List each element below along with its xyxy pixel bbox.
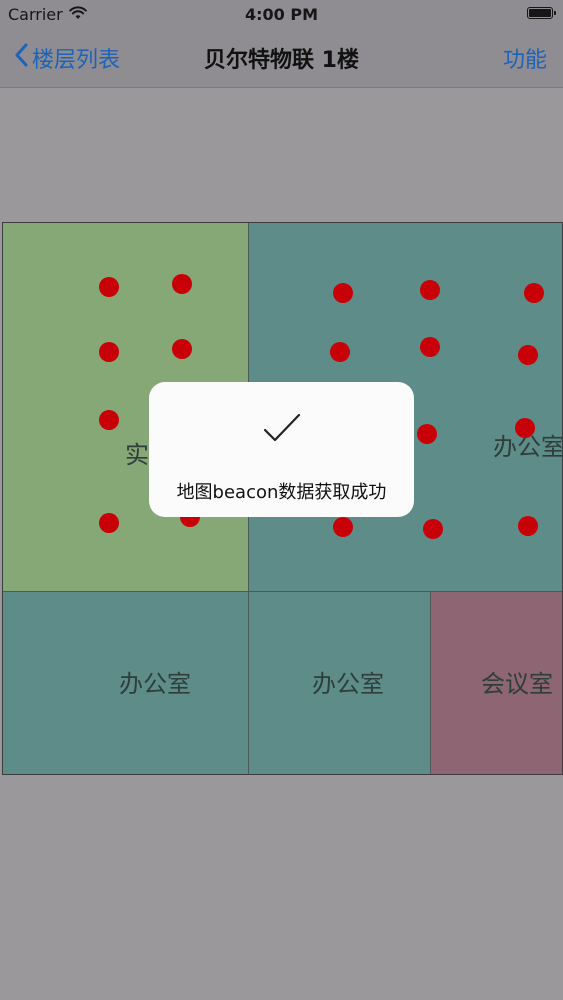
room-label: 办公室 (119, 670, 191, 698)
beacon-marker[interactable] (172, 274, 192, 294)
room-label: 会议室 (481, 670, 553, 698)
beacon-marker[interactable] (524, 283, 544, 303)
beacon-marker[interactable] (515, 418, 535, 438)
beacon-marker[interactable] (333, 283, 353, 303)
chevron-left-icon (14, 43, 28, 73)
navigation-bar: 楼层列表 贝尔特物联 1楼 功能 (0, 28, 563, 88)
room-label: 办公室 (312, 670, 384, 698)
room-meeting[interactable]: 会议室 (431, 591, 562, 774)
function-button[interactable]: 功能 (503, 42, 547, 74)
beacon-marker[interactable] (417, 424, 437, 444)
toast-message: 地图beacon数据获取成功 (176, 482, 387, 503)
checkmark-icon (149, 412, 414, 446)
room-office-bottom-middle[interactable]: 办公室 (249, 591, 431, 774)
back-button-label: 楼层列表 (32, 48, 121, 73)
beacon-marker[interactable] (172, 339, 192, 359)
status-time: 4:00 PM (244, 5, 318, 24)
status-bar: Carrier 4:00 PM (0, 0, 563, 28)
beacon-marker[interactable] (518, 516, 538, 536)
beacon-marker[interactable] (99, 342, 119, 362)
beacon-marker[interactable] (420, 337, 440, 357)
beacon-marker[interactable] (333, 517, 353, 537)
room-office-bottom-left[interactable]: 办公室 (3, 591, 249, 774)
battery-icon (527, 7, 556, 19)
beacon-marker[interactable] (330, 342, 350, 362)
beacon-marker[interactable] (99, 277, 119, 297)
back-button[interactable]: 楼层列表 (14, 42, 120, 74)
beacon-marker[interactable] (420, 280, 440, 300)
room-label: 实 (125, 441, 149, 469)
success-toast: 地图beacon数据获取成功 (149, 382, 414, 517)
beacon-marker[interactable] (99, 410, 119, 430)
beacon-marker[interactable] (99, 513, 119, 533)
beacon-marker[interactable] (423, 519, 443, 539)
beacon-marker[interactable] (518, 345, 538, 365)
